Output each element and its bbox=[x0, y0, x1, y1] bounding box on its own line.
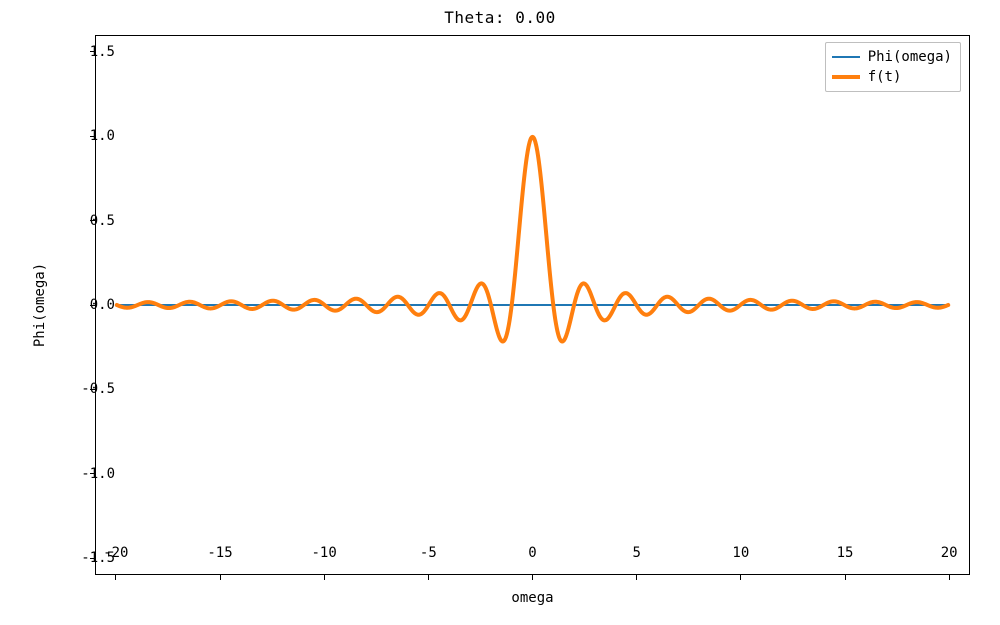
x-tick-mark bbox=[949, 575, 950, 580]
y-tick-mark bbox=[90, 389, 95, 390]
x-tick-label: 10 bbox=[732, 545, 749, 561]
legend-item-f: f(t) bbox=[832, 67, 952, 87]
x-tick-mark bbox=[115, 575, 116, 580]
y-tick-mark bbox=[90, 473, 95, 474]
legend-label-phi: Phi(omega) bbox=[868, 49, 952, 65]
figure: Theta: 0.00 Phi(omega) f(t) -20-15-10-50… bbox=[0, 0, 1000, 625]
x-tick-mark bbox=[428, 575, 429, 580]
x-tick-mark bbox=[532, 575, 533, 580]
y-tick-mark bbox=[90, 136, 95, 137]
legend-label-f: f(t) bbox=[868, 69, 902, 85]
y-tick-mark bbox=[90, 305, 95, 306]
plot-canvas bbox=[96, 36, 969, 574]
x-tick-label: -15 bbox=[207, 545, 232, 561]
legend-swatch-f bbox=[832, 75, 860, 79]
axes: Phi(omega) f(t) bbox=[95, 35, 970, 575]
x-tick-label: 5 bbox=[632, 545, 640, 561]
x-tick-label: -10 bbox=[312, 545, 337, 561]
y-tick-label: -1.0 bbox=[81, 466, 115, 482]
x-tick-label: 15 bbox=[837, 545, 854, 561]
chart-title: Theta: 0.00 bbox=[0, 8, 1000, 27]
x-tick-mark bbox=[324, 575, 325, 580]
legend-item-phi: Phi(omega) bbox=[832, 47, 952, 67]
y-tick-label: -1.5 bbox=[81, 550, 115, 566]
x-tick-label: -5 bbox=[420, 545, 437, 561]
series-f bbox=[117, 137, 948, 342]
y-axis-label: Phi(omega) bbox=[30, 35, 50, 575]
x-axis-label: omega bbox=[95, 590, 970, 606]
x-tick-mark bbox=[220, 575, 221, 580]
x-tick-mark bbox=[845, 575, 846, 580]
y-tick-label: -0.5 bbox=[81, 381, 115, 397]
y-axis-label-text: Phi(omega) bbox=[32, 263, 48, 347]
x-tick-mark bbox=[740, 575, 741, 580]
legend-swatch-phi bbox=[832, 56, 860, 58]
y-tick-mark bbox=[90, 51, 95, 52]
legend: Phi(omega) f(t) bbox=[825, 42, 961, 92]
y-tick-mark bbox=[90, 220, 95, 221]
x-tick-mark bbox=[636, 575, 637, 580]
x-tick-label: 0 bbox=[528, 545, 536, 561]
y-tick-mark bbox=[90, 558, 95, 559]
x-tick-label: 20 bbox=[941, 545, 958, 561]
